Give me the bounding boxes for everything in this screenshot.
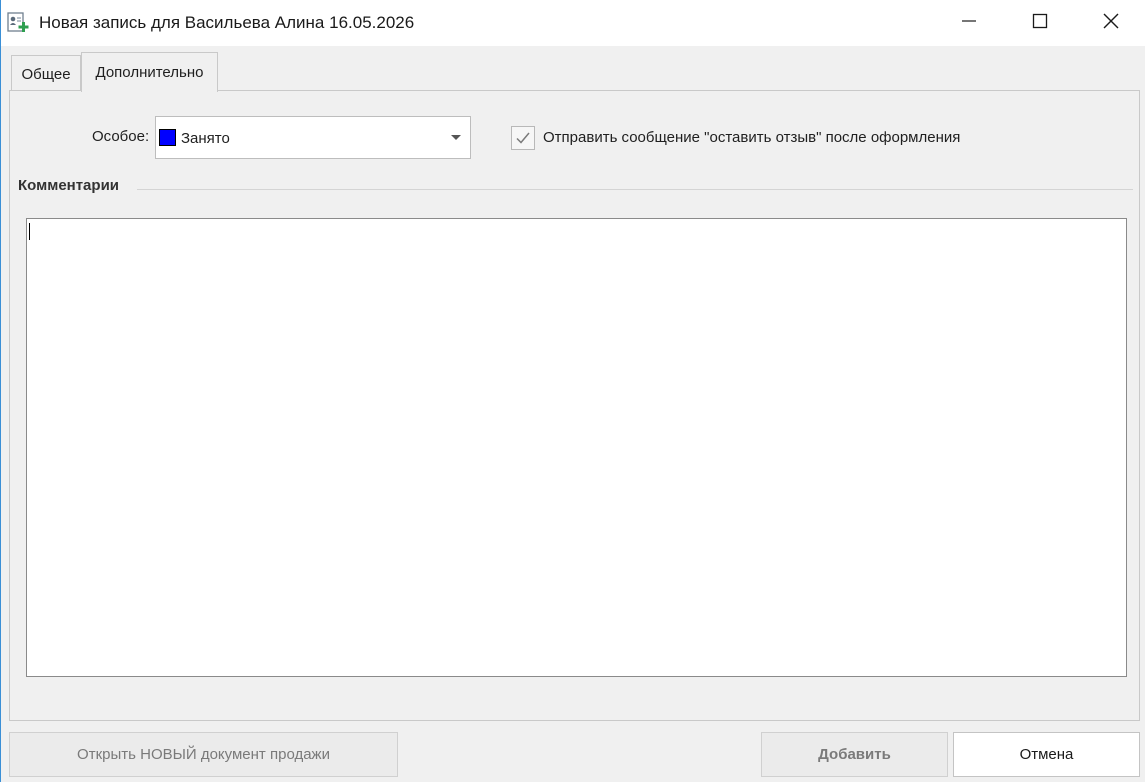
button-label: Добавить xyxy=(818,746,891,763)
minimize-icon xyxy=(961,13,977,33)
appointment-icon xyxy=(7,12,31,34)
dialog-window: Новая запись для Васильева Алина 16.05.2… xyxy=(0,0,1145,782)
button-label: Открыть НОВЫЙ документ продажи xyxy=(77,746,330,763)
special-label: Особое: xyxy=(92,128,150,145)
special-dropdown[interactable]: Занято xyxy=(155,116,471,159)
color-swatch xyxy=(159,129,176,146)
feedback-checkbox[interactable] xyxy=(511,126,535,150)
tab-label: Общее xyxy=(21,65,71,83)
comments-textarea[interactable] xyxy=(26,218,1127,677)
tab-label: Дополнительно xyxy=(95,64,204,81)
title-bar[interactable]: Новая запись для Васильева Алина 16.05.2… xyxy=(1,0,1145,46)
text-caret xyxy=(29,223,30,240)
minimize-button[interactable] xyxy=(934,0,1004,46)
feedback-checkbox-label[interactable]: Отправить сообщение "оставить отзыв" пос… xyxy=(543,129,960,146)
button-label: Отмена xyxy=(1019,746,1074,763)
close-icon xyxy=(1103,13,1119,33)
checkmark-icon xyxy=(516,132,530,144)
window-title: Новая запись для Васильева Алина 16.05.2… xyxy=(39,13,415,32)
open-new-sale-document-button[interactable]: Открыть НОВЫЙ документ продажи xyxy=(9,732,398,777)
close-button[interactable] xyxy=(1076,0,1145,46)
cancel-button[interactable]: Отмена xyxy=(953,732,1140,777)
maximize-button[interactable] xyxy=(1005,0,1075,46)
tab-general[interactable]: Общее xyxy=(11,55,81,92)
chevron-down-icon xyxy=(451,135,461,140)
dropdown-value: Занято xyxy=(181,130,230,147)
add-button[interactable]: Добавить xyxy=(761,732,948,777)
comments-group-title: Комментарии xyxy=(18,177,120,194)
group-divider xyxy=(137,189,1133,190)
maximize-icon xyxy=(1032,13,1048,33)
tab-additional[interactable]: Дополнительно xyxy=(81,52,218,92)
